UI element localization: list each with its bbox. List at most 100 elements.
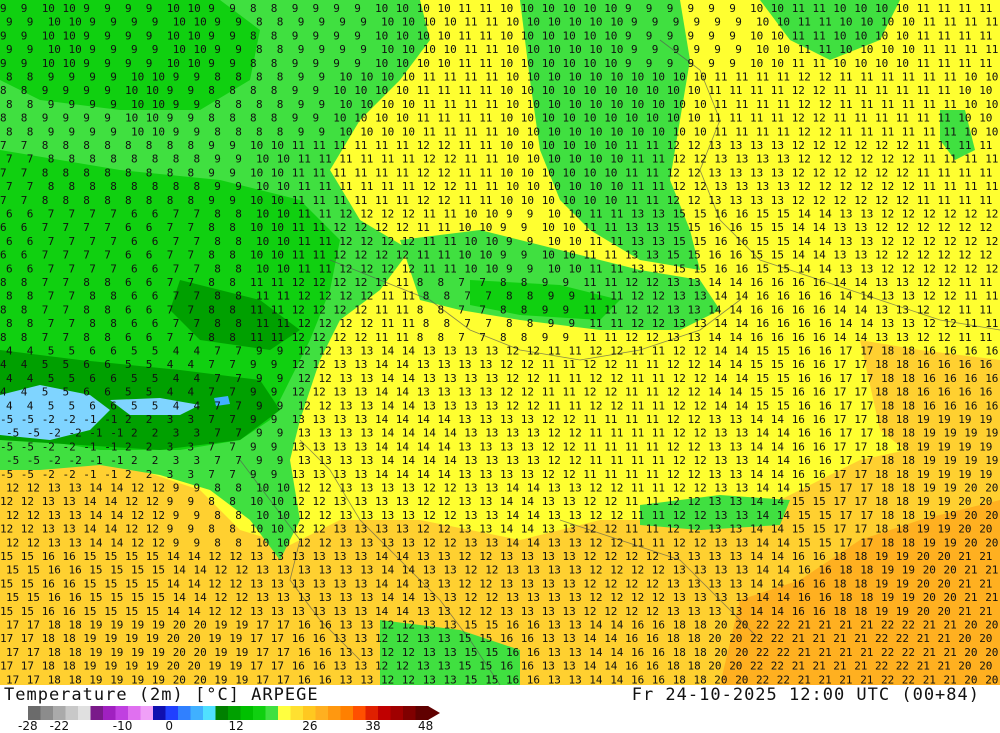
temperature-value: 8 [188,139,195,152]
temperature-value: 8 [438,331,445,344]
temperature-value: 13 [500,550,513,563]
temperature-value: 6 [27,208,34,221]
temperature-value: 8 [21,303,28,316]
temperature-value: 15 [688,221,701,234]
temperature-value: 10 [583,139,596,152]
temperature-value: 13 [354,386,367,399]
temperature-value: 7 [464,290,471,303]
temperature-value: 10 [833,29,846,42]
temperature-value: 13 [423,399,436,412]
temperature-value: 11 [735,71,748,84]
temperature-value: 11 [479,112,492,125]
temperature-value: 10 [438,57,451,70]
colorbar-tick-label: 12 [228,719,244,733]
temperature-value: 16 [771,276,784,289]
temperature-value: 12 [333,221,346,234]
temperature-value: 9 [194,509,201,522]
temperature-value: 11 [625,358,638,371]
temperature-value: 14 [729,386,743,399]
temperature-value: 12 [819,71,832,84]
temperature-value: 11 [583,331,596,344]
temperature-value: 2 [125,468,132,481]
temperature-value: 13 [750,194,763,207]
temperature-value: 12 [958,249,971,262]
temperature-value: 3 [167,468,174,481]
temperature-value: 13 [464,345,477,358]
temperature-value: 13 [548,482,561,495]
temperature-value: 13 [360,509,373,522]
temperature-value: 12 [875,194,888,207]
temperature-value: 11 [896,84,909,97]
temperature-value: 13 [563,495,576,508]
temperature-value: 11 [583,249,596,262]
temperature-value: 17 [250,660,263,673]
temperature-value: 13 [485,482,498,495]
temperature-value: 8 [131,180,138,193]
temperature-value: 15 [125,605,138,618]
temperature-value: 17 [256,646,269,659]
temperature-value: 10 [902,43,915,56]
temperature-value: 10 [542,139,555,152]
temperature-value: 9 [354,29,361,42]
temperature-value: 15 [673,208,686,221]
temperature-value: 10 [527,98,540,111]
temperature-value: 11 [652,454,665,467]
temperature-value: 13 [542,660,555,673]
temperature-value: 14 [83,523,97,536]
temperature-value: 13 [569,509,582,522]
temperature-value: 9 [714,16,721,29]
temperature-value: 12 [402,619,415,632]
temperature-value: 9 [292,112,299,125]
temperature-value: 13 [333,495,346,508]
temperature-value: 5 [48,399,55,412]
colorbar-segment [240,706,254,720]
temperature-value: 16 [729,221,742,234]
temperature-value: 13 [319,564,332,577]
temperature-value: 15 [798,482,811,495]
temperature-value: 18 [833,605,846,618]
temperature-value: 11 [714,98,727,111]
temperature-value: 19 [131,619,144,632]
temperature-value: 9 [208,57,215,70]
temperature-value: 11 [646,139,659,152]
temperature-value: 17 [21,632,34,645]
temperature-value: 9 [63,112,70,125]
temperature-value: 10 [375,112,388,125]
temperature-value: 11 [938,29,951,42]
temperature-value: 10 [604,166,617,179]
temperature-value: 13 [333,550,346,563]
temperature-value: 11 [860,125,873,138]
temperature-value: 10 [610,125,623,138]
temperature-value: 8 [63,194,70,207]
temperature-value: 13 [542,495,555,508]
temperature-value: 10 [521,2,534,15]
temperature-value: 6 [131,235,138,248]
temperature-value: 5 [69,399,76,412]
temperature-value: 6 [131,208,138,221]
temperature-value: 12 [902,262,915,275]
temperature-value: 12 [319,536,332,549]
temperature-value: 19 [125,660,138,673]
temperature-value: 14 [89,536,103,549]
temperature-value: 6 [146,276,153,289]
temperature-value: 15 [792,523,805,536]
temperature-value: 11 [417,112,430,125]
temperature-value: 13 [339,646,352,659]
temperature-value: 5 [125,358,132,371]
temperature-value: 10 [277,208,290,221]
temperature-value: 15 [146,550,159,563]
temperature-value: 11 [458,112,471,125]
temperature-value: 4 [188,386,195,399]
temperature-value: 11 [604,221,617,234]
temperature-value: 13 [417,550,430,563]
temperature-value: 9 [256,454,263,467]
temperature-value: 13 [354,577,367,590]
temperature-value: 11 [333,194,346,207]
temperature-value: 9 [89,98,96,111]
temperature-value: 2 [152,454,159,467]
temperature-value: 22 [896,660,909,673]
temperature-value: 7 [48,208,55,221]
temperature-value: 13 [438,632,451,645]
temperature-value: 11 [375,166,388,179]
temperature-value: 8 [83,194,90,207]
